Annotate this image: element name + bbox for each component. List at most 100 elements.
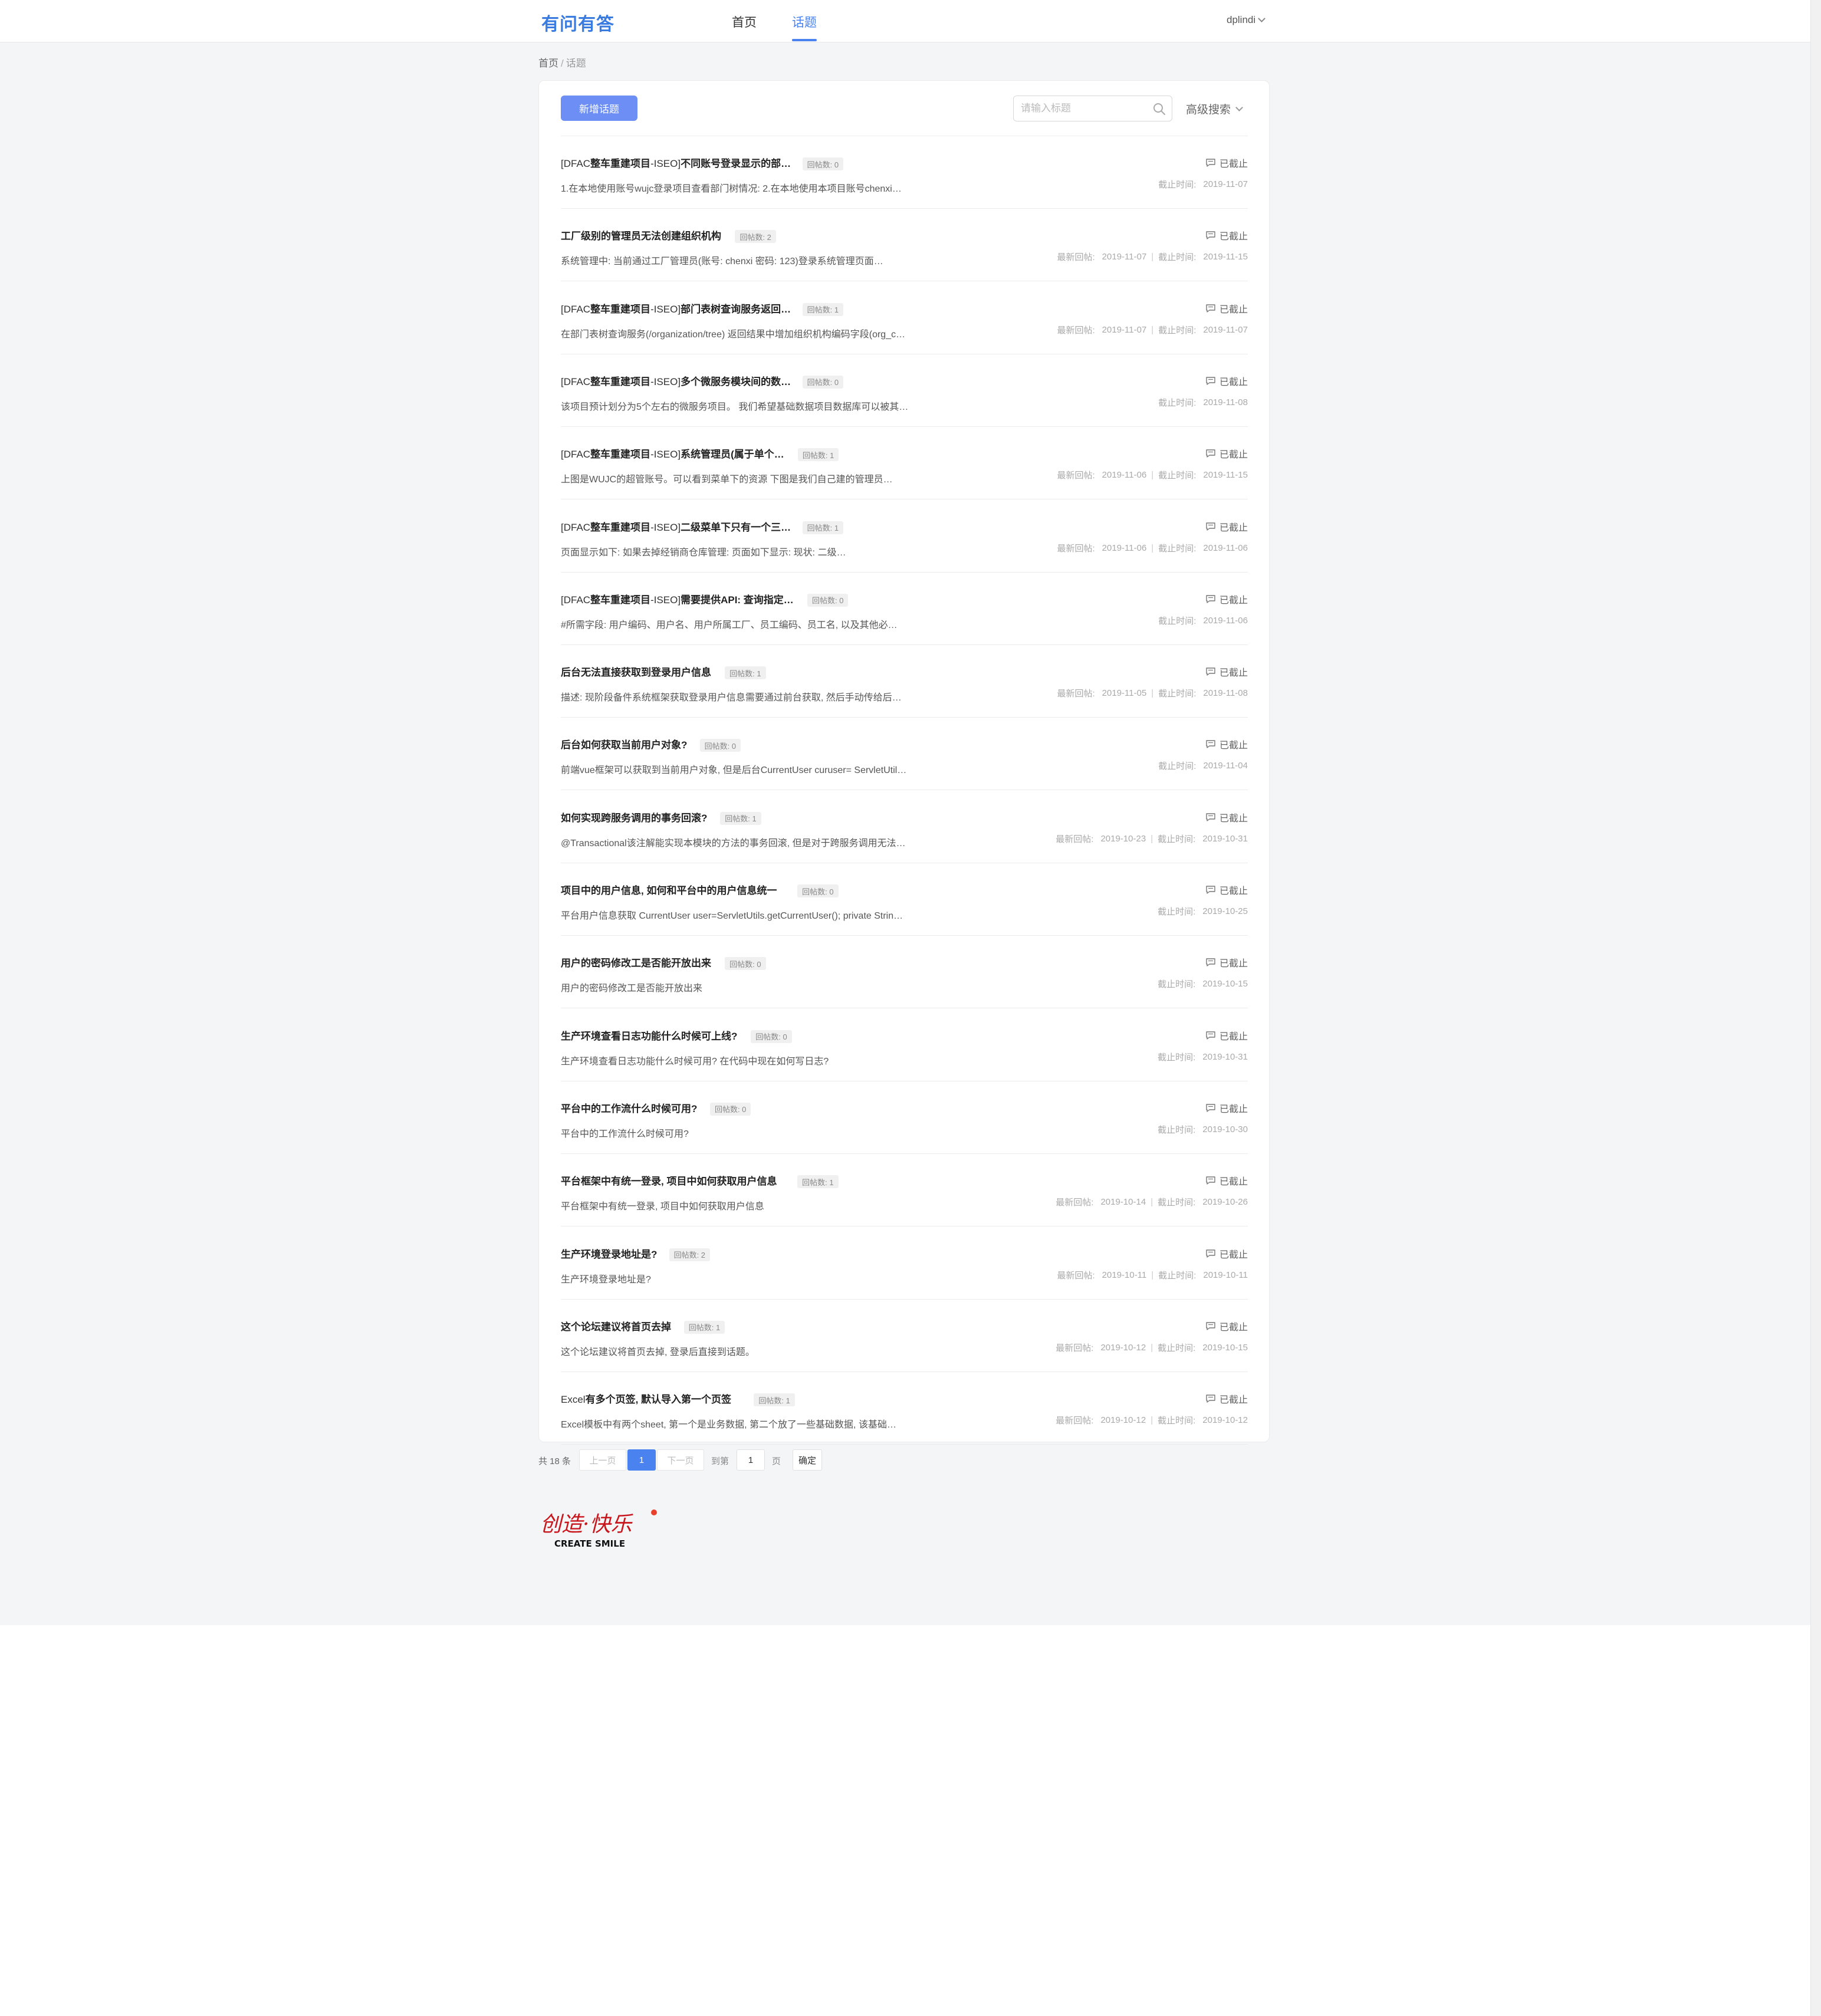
status-label: 已截止 [1219,1395,1248,1406]
topic-row[interactable]: [DFAC整车重建项目-ISEO]不同账号登录显示的部… 回帖数: 0 1.在本地使… [561,136,1248,209]
new-topic-button[interactable]: 新增话题 [561,96,637,121]
site-logo[interactable]: 有问有答 [541,9,614,35]
last-reply-label: 最新回帖: [1056,1343,1094,1353]
topic-title-title-rest: -ISEO] [650,449,681,461]
advanced-search-toggle[interactable]: 高级搜索 [1186,101,1243,117]
topic-row[interactable]: [DFAC整车重建项目-ISEO]多个微服务模块间的数… 回帖数: 0 该项目预计划… [561,354,1248,427]
deadline-date: 2019-10-30 [1202,1124,1248,1134]
topic-title[interactable]: 平台框架中有统一登录, 项目中如何获取用户信息 [561,1173,777,1188]
last-reply-date: 2019-11-07 [1102,324,1147,335]
search-icon[interactable] [1153,103,1166,116]
topic-row[interactable]: 用户的密码修改工是否能开放出来 回帖数: 0 用户的密码修改工是否能开放出来 已截止截… [561,936,1248,1009]
topic-title[interactable]: Excel有多个页签, 默认导入第一个页签 [561,1391,731,1406]
deadline-label: 截止时间: [1158,1124,1196,1135]
topic-dates: 截止时间: 2019-10-25 [1158,905,1248,917]
topic-dates: 截止时间: 2019-11-08 [1158,396,1248,409]
goto-confirm-button[interactable]: 确定 [793,1449,822,1471]
topic-title[interactable]: [DFAC整车重建项目-ISEO]多个微服务模块间的数… [561,373,791,388]
status-label: 已截止 [1219,813,1248,824]
topic-title-title-bold: 平台框架中有统一登录, 项目中如何获取用户信息 [561,1176,777,1188]
topic-title[interactable]: 如何实现跨服务调用的事务回滚? [561,810,707,824]
topic-title[interactable]: [DFAC整车重建项目-ISEO]系统管理员(属于单个… [561,446,784,461]
deadline-date: 2019-10-31 [1202,833,1248,844]
topic-title-title: 整车重建项目 [590,594,651,606]
topic-title[interactable]: 生产环境查看日志功能什么时候可上线? [561,1028,737,1042]
topic-row[interactable]: [DFAC整车重建项目-ISEO]系统管理员(属于单个… 回帖数: 1 上图是WU… [561,427,1248,500]
search-input[interactable] [1021,101,1145,116]
status-label: 已截止 [1219,232,1248,242]
deadline-label: 截止时间: [1158,979,1196,990]
topic-description: 该项目预计划分为5个左右的微服务项目。 我们希望基础数据项目数据库可以被其… [561,402,909,412]
topic-title[interactable]: [DFAC整车重建项目-ISEO]需要提供API: 查询指定… [561,591,794,606]
prev-page-button[interactable]: 上一页 [579,1449,626,1471]
nav-home[interactable]: 首页 [732,13,757,31]
topic-row[interactable]: 项目中的用户信息, 如何和平台中的用户信息统一 回帖数: 0 平台用户信息获取 Cu… [561,863,1248,936]
topic-row[interactable]: [DFAC整车重建项目-ISEO]部门表树查询服务返回… 回帖数: 1 在部门表树查… [561,282,1248,354]
next-page-button[interactable]: 下一页 [657,1449,704,1471]
last-reply-label: 最新回帖: [1056,834,1094,844]
topic-title-title-bold: 这个论坛建议将首页去掉 [561,1321,671,1333]
user-menu[interactable]: dplindi [1227,14,1266,26]
topic-dates: 最新回帖: 2019-11-07 | 截止时间: 2019-11-15 [1057,251,1248,263]
topic-row[interactable]: [DFAC整车重建项目-ISEO]二级菜单下只有一个三… 回帖数: 1 页面显示如… [561,500,1248,573]
topic-title-title-bold: 项目中的用户信息, 如何和平台中的用户信息统一 [561,885,777,896]
topic-row[interactable]: 这个论坛建议将首页去掉 回帖数: 1 这个论坛建议将首页去掉, 登录后直接到话题。 已… [561,1300,1248,1372]
topic-title[interactable]: 平台中的工作流什么时候可用? [561,1100,697,1115]
status-label: 已截止 [1219,1104,1248,1114]
reply-count-badge: 回帖数: 0 [751,1030,792,1043]
topic-title-prefix: [DFAC [561,594,591,606]
topic-status: 已截止 [1205,810,1248,824]
topic-title[interactable]: 工厂级别的管理员无法创建组织机构 [561,228,721,242]
topic-title-title: 整车重建项目 [590,521,651,533]
topic-row[interactable]: Excel有多个页签, 默认导入第一个页签 回帖数: 1 Excel模板中有两个sh… [561,1372,1248,1445]
topic-row[interactable]: 工厂级别的管理员无法创建组织机构 回帖数: 2 系统管理中: 当前通过工厂管理员(账… [561,209,1248,282]
topic-row[interactable]: 如何实现跨服务调用的事务回滚? 回帖数: 1 @Transactional该注解能实… [561,791,1248,863]
topic-status: 已截止 [1205,374,1248,388]
message-icon [1206,1104,1215,1112]
topic-description: 平台中的工作流什么时候可用? [561,1129,689,1139]
topic-row[interactable]: 生产环境查看日志功能什么时候可上线? 回帖数: 0 生产环境查看日志功能什么时候可用… [561,1009,1248,1081]
search-box[interactable] [1013,96,1172,121]
breadcrumb-home[interactable]: 首页 [538,58,558,69]
topic-title-title-bold: 用户的密码修改工是否能开放出来 [561,958,711,969]
topic-row[interactable]: [DFAC整车重建项目-ISEO]需要提供API: 查询指定… 回帖数: 0 #所需… [561,573,1248,645]
topic-row[interactable]: 平台框架中有统一登录, 项目中如何获取用户信息 回帖数: 1 平台框架中有统一登录,… [561,1154,1248,1227]
topic-row[interactable]: 后台无法直接获取到登录用户信息 回帖数: 1 描述: 现阶段备件系统框架获取登录用户… [561,645,1248,718]
topic-dates: 截止时间: 2019-11-04 [1158,759,1248,772]
topic-row[interactable]: 生产环境登录地址是? 回帖数: 2 生产环境登录地址是? 已截止 最新回帖: 2019-1… [561,1227,1248,1300]
last-reply-label: 最新回帖: [1056,1416,1094,1426]
topic-row[interactable]: 平台中的工作流什么时候可用? 回帖数: 0 平台中的工作流什么时候可用? 已截止 截止时… [561,1081,1248,1154]
topic-title[interactable]: 这个论坛建议将首页去掉 [561,1318,671,1333]
topic-title[interactable]: [DFAC整车重建项目-ISEO]部门表树查询服务返回… [561,301,791,315]
page-1-button[interactable]: 1 [627,1449,656,1471]
deadline-label: 截止时间: [1158,616,1197,626]
topic-dates: 截止时间: 2019-10-31 [1158,1051,1248,1063]
status-label: 已截止 [1219,450,1248,461]
last-reply-date: 2019-11-05 [1102,688,1147,699]
topic-title[interactable]: 生产环境登录地址是? [561,1246,657,1261]
topic-description: 描述: 现阶段备件系统框架获取登录用户信息需要通过前台获取, 然后手动传给后… [561,693,902,703]
topic-title[interactable]: 后台无法直接获取到登录用户信息 [561,664,711,679]
goto-page-input[interactable]: 1 [737,1449,765,1471]
nav-active-indicator [792,39,817,41]
last-reply-label: 最新回帖: [1056,1198,1094,1208]
message-icon [1206,231,1215,239]
topic-description: 上图是WUJC的超管账号。可以看到菜单下的资源 下图是我们自己建的管理员… [561,475,893,485]
topic-row[interactable]: 后台如何获取当前用户对象? 回帖数: 0 前端vue框架可以获取到当前用户对象, 但… [561,718,1248,791]
topic-description: 生产环境查看日志功能什么时候可用? 在代码中现在如何写日志? [561,1056,829,1067]
topic-title[interactable]: [DFAC整车重建项目-ISEO]不同账号登录显示的部… [561,155,791,170]
last-reply-label: 最新回帖: [1057,1270,1095,1281]
topic-title[interactable]: 用户的密码修改工是否能开放出来 [561,955,711,969]
deadline-date: 2019-11-15 [1203,470,1248,481]
status-label: 已截止 [1219,1177,1248,1188]
topic-title-title: 整车重建项目 [590,376,651,387]
topic-title-title-bold: 生产环境查看日志功能什么时候可上线? [561,1030,738,1042]
topic-title[interactable]: 项目中的用户信息, 如何和平台中的用户信息统一 [561,882,777,897]
topic-title[interactable]: [DFAC整车重建项目-ISEO]二级菜单下只有一个三… [561,519,791,534]
nav-topics[interactable]: 话题 [792,13,817,31]
topic-title[interactable]: 后台如何获取当前用户对象? [561,736,687,751]
topic-title-title-bold: 多个微服务模块间的数… [681,376,791,387]
vertical-scrollbar[interactable] [1810,0,1821,2016]
deadline-date: 2019-11-04 [1203,761,1248,771]
topic-status: 已截止 [1205,519,1248,534]
